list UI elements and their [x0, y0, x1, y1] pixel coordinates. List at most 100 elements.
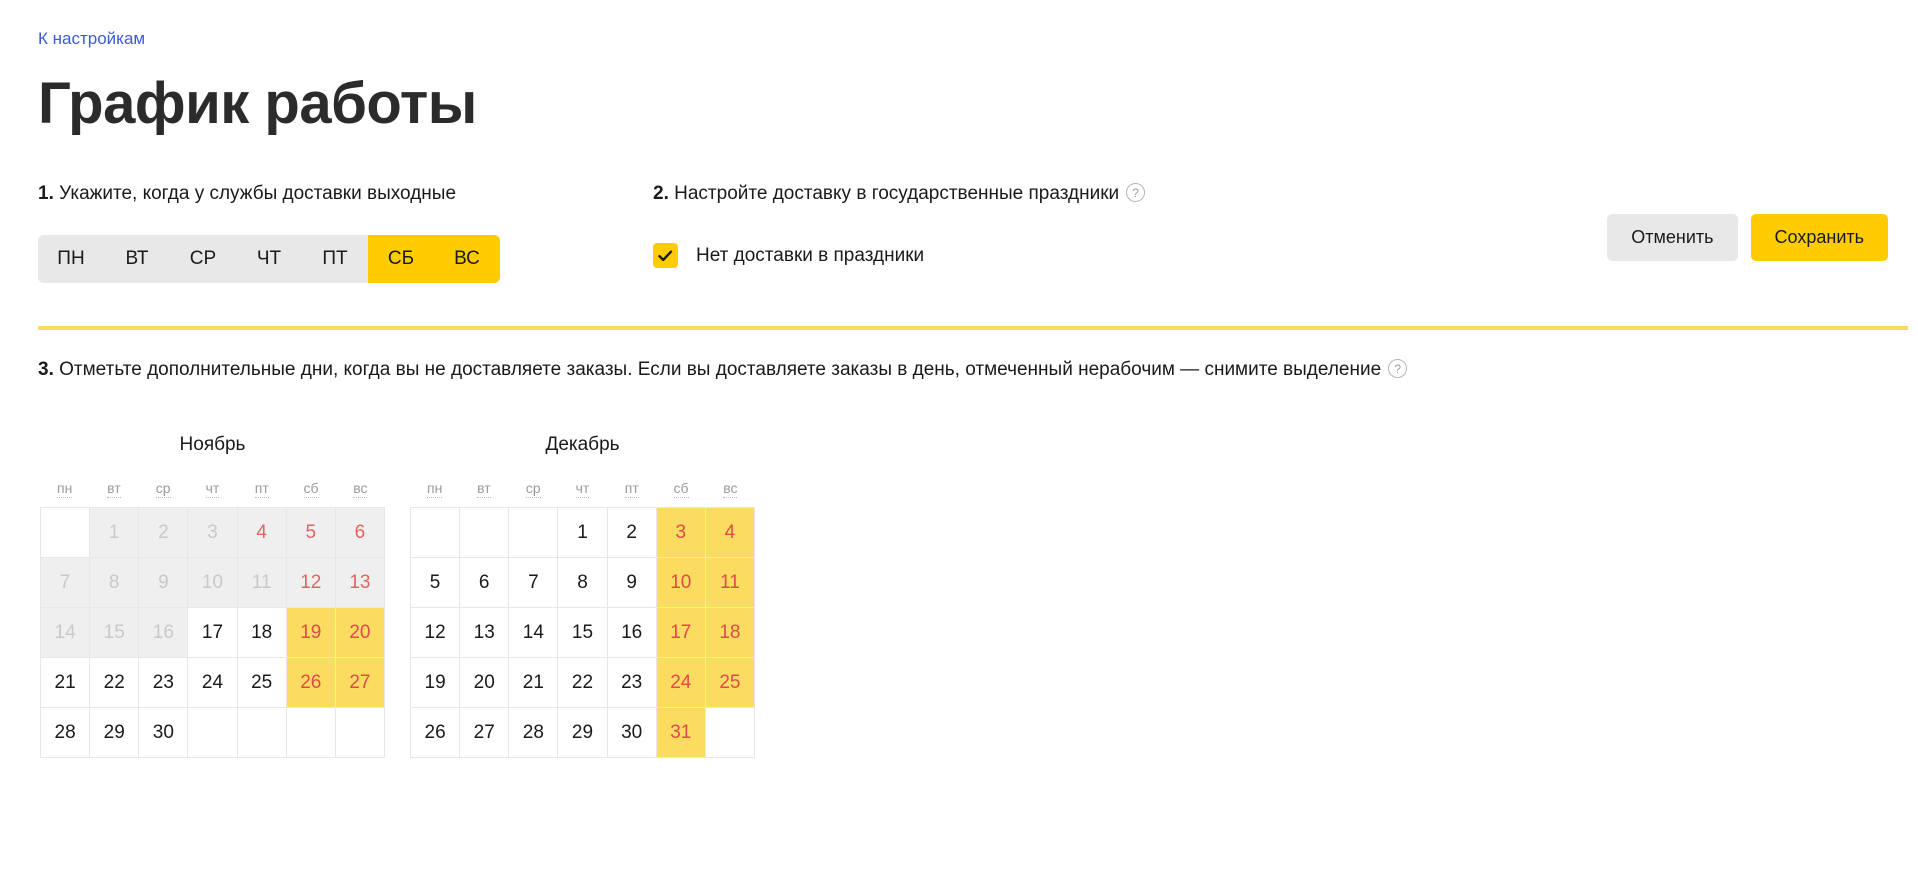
calendar-day-cell[interactable]: 28: [509, 708, 559, 758]
calendar-day-cell: 10: [188, 558, 238, 608]
calendar-day-cell[interactable]: 10: [656, 558, 706, 608]
step-1-block: 1. Укажите, когда у службы доставки выхо…: [38, 182, 500, 283]
calendar-day-cell[interactable]: 19: [411, 658, 461, 708]
weekday-button-пт[interactable]: ПТ: [302, 235, 368, 283]
calendar-day-cell[interactable]: 4: [705, 508, 755, 558]
calendar-day-cell[interactable]: 20: [335, 608, 385, 658]
calendar-day-cell[interactable]: 30: [607, 708, 657, 758]
step-1-text: Укажите, когда у службы доставки выходны…: [53, 183, 457, 204]
settings-steps-row: 1. Укажите, когда у службы доставки выхо…: [38, 182, 1918, 312]
save-button[interactable]: Сохранить: [1750, 214, 1888, 261]
calendar-month-title: Ноябрь: [179, 434, 246, 455]
step-1-label: 1. Укажите, когда у службы доставки выхо…: [38, 182, 500, 206]
calendar-day-cell[interactable]: 27: [460, 708, 510, 758]
calendar-day-cell[interactable]: 7: [509, 558, 559, 608]
calendar-day-cell[interactable]: 29: [90, 708, 140, 758]
calendar-day-cell[interactable]: 21: [41, 658, 91, 708]
calendar-day-cell[interactable]: 22: [558, 658, 608, 708]
calendar-day-cell[interactable]: 21: [509, 658, 559, 708]
weekday-header-пн: пн: [56, 480, 73, 498]
calendar-empty-cell: [237, 708, 287, 758]
weekday-header-сб: сб: [303, 480, 319, 498]
calendar-day-cell[interactable]: 3: [656, 508, 706, 558]
calendar-day-cell[interactable]: 23: [139, 658, 189, 708]
calendar-day-cell[interactable]: 30: [139, 708, 189, 758]
weekday-button-пн[interactable]: ПН: [38, 235, 104, 283]
weekday-header-чт: чт: [205, 480, 220, 498]
calendar-day-cell[interactable]: 29: [558, 708, 608, 758]
cancel-button[interactable]: Отменить: [1607, 214, 1738, 261]
calendar-day-cell[interactable]: 28: [41, 708, 91, 758]
calendar-day-cell[interactable]: 17: [188, 608, 238, 658]
calendar-day-cell[interactable]: 16: [607, 608, 657, 658]
calendar-day-cell[interactable]: 27: [335, 658, 385, 708]
calendar-day-cell[interactable]: 25: [705, 658, 755, 708]
weekday-header-ср: ср: [155, 480, 171, 498]
calendar-empty-cell: [411, 508, 461, 558]
calendar-day-cell[interactable]: 11: [705, 558, 755, 608]
calendar-day-cell[interactable]: 24: [656, 658, 706, 708]
calendar-day-cell[interactable]: 12: [411, 608, 461, 658]
section-divider: [38, 326, 1908, 330]
calendar-day-grid: 1 2 3 4 5 6 7 8 9 10 11 12 13 14 15 16 17 18 19 20 21 22 23 24 2…: [410, 507, 755, 758]
weekday-header-вт: вт: [107, 480, 121, 498]
calendar-day-cell: 16: [139, 608, 189, 658]
calendar-day-cell[interactable]: 9: [607, 558, 657, 608]
calendar-day-cell[interactable]: 18: [705, 608, 755, 658]
weekday-button-вт[interactable]: ВТ: [104, 235, 170, 283]
weekday-selector-group[interactable]: ПН ВТ СР ЧТ ПТ СБ ВС: [38, 235, 500, 283]
calendar-day-cell[interactable]: 5: [411, 558, 461, 608]
calendar-empty-cell: [41, 508, 91, 558]
weekday-header-сб: сб: [673, 480, 689, 498]
calendar-day-cell[interactable]: 22: [90, 658, 140, 708]
question-mark-icon[interactable]: ?: [1388, 359, 1408, 378]
question-mark-icon[interactable]: ?: [1126, 183, 1146, 202]
calendar-day-cell: 11: [237, 558, 287, 608]
calendar-day-cell[interactable]: 19: [286, 608, 336, 658]
calendar-day-cell[interactable]: 23: [607, 658, 657, 708]
step-2-block: 2. Настройте доставку в государственные …: [653, 182, 1146, 268]
calendar-day-cell[interactable]: 14: [509, 608, 559, 658]
calendar-day-cell[interactable]: 18: [237, 608, 287, 658]
calendar-day-cell[interactable]: 25: [237, 658, 287, 708]
weekday-button-ср[interactable]: СР: [170, 235, 236, 283]
step-2-number: 2.: [653, 183, 669, 204]
calendar-day-cell[interactable]: 15: [558, 608, 608, 658]
calendar-day-cell[interactable]: 2: [607, 508, 657, 558]
calendar-day-cell[interactable]: 13: [460, 608, 510, 658]
weekday-header-пт: пт: [254, 480, 269, 498]
calendar-empty-cell: [335, 708, 385, 758]
weekday-button-чт[interactable]: ЧТ: [236, 235, 302, 283]
work-schedule-page: К настройкам График работы 1. Укажите, к…: [0, 0, 1918, 878]
back-to-settings-link[interactable]: К настройкам: [38, 28, 145, 50]
calendar-day-cell[interactable]: 8: [558, 558, 608, 608]
calendar-day-cell: 15: [90, 608, 140, 658]
weekday-header-ср: ср: [525, 480, 541, 498]
calendar-day-cell[interactable]: 24: [188, 658, 238, 708]
step-2-label: 2. Настройте доставку в государственные …: [653, 182, 1146, 206]
calendar-day-cell[interactable]: 20: [460, 658, 510, 708]
calendars-container: Ноябрь пн вт ср чт пт сб вс 1 2 3 4 5 6 7 8 9 10 11 12 13 14 1…: [40, 434, 1918, 758]
calendar-day-cell[interactable]: 31: [656, 708, 706, 758]
weekday-button-вс[interactable]: ВС: [434, 235, 500, 283]
form-actions: Отменить Сохранить: [1607, 214, 1888, 261]
calendar-ноябрь: Ноябрь пн вт ср чт пт сб вс 1 2 3 4 5 6 7 8 9 10 11 12 13 14 1…: [40, 434, 385, 758]
no-delivery-on-holidays-checkbox-row[interactable]: Нет доставки в праздники: [653, 243, 924, 268]
weekday-header-вс: вс: [353, 480, 368, 498]
calendar-day-cell[interactable]: 26: [411, 708, 461, 758]
calendar-day-cell[interactable]: 26: [286, 658, 336, 708]
calendar-day-grid: 1 2 3 4 5 6 7 8 9 10 11 12 13 14 15 16 17 18 19 20 21 22 23 24 2…: [40, 507, 385, 758]
calendar-day-cell[interactable]: 1: [558, 508, 608, 558]
calendar-day-cell: 8: [90, 558, 140, 608]
calendar-empty-cell: [705, 708, 755, 758]
calendar-day-cell[interactable]: 6: [460, 558, 510, 608]
calendar-day-cell[interactable]: 17: [656, 608, 706, 658]
calendar-day-cell: 7: [41, 558, 91, 608]
checkbox-checked-icon[interactable]: [653, 243, 678, 268]
calendar-empty-cell: [188, 708, 238, 758]
calendar-day-cell: 13: [335, 558, 385, 608]
calendar-day-cell: 3: [188, 508, 238, 558]
calendar-day-cell: 1: [90, 508, 140, 558]
checkbox-label: Нет доставки в праздники: [696, 244, 925, 266]
weekday-button-сб[interactable]: СБ: [368, 235, 434, 283]
